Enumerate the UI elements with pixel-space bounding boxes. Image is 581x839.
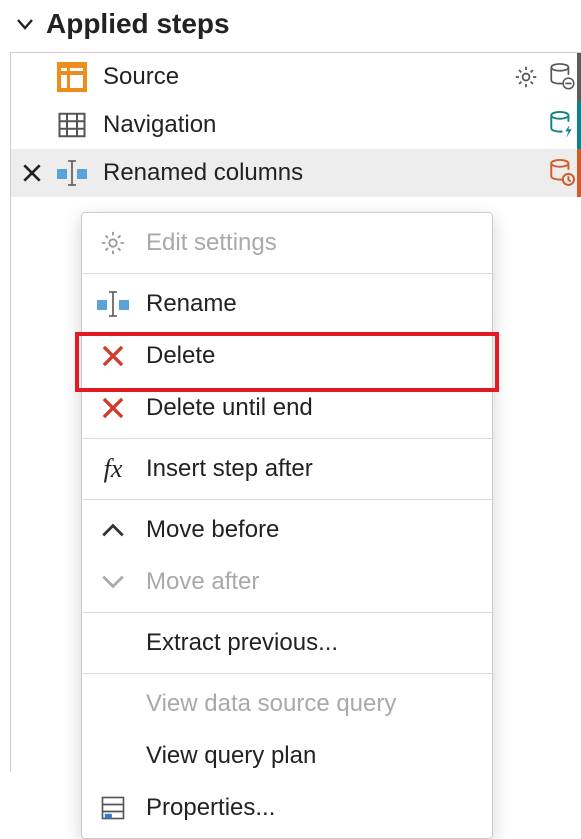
menu-item-label: View data source query [146, 690, 396, 718]
section-title: Applied steps [46, 8, 230, 40]
database-remove-icon[interactable] [547, 62, 577, 92]
blank-icon [96, 739, 130, 773]
applied-steps-panel: Source Navigation [10, 52, 581, 772]
fx-icon: fx [96, 452, 130, 486]
menu-item-label: Edit settings [146, 229, 277, 257]
menu-item-label: Delete [146, 342, 215, 370]
menu-item-move-before[interactable]: Move before [82, 504, 492, 556]
chevron-down-icon [96, 565, 130, 599]
menu-item-label: Rename [146, 290, 237, 318]
menu-item-label: Move after [146, 568, 259, 596]
menu-item-edit-settings: Edit settings [82, 217, 492, 269]
menu-item-insert-step-after[interactable]: fx Insert step after [82, 443, 492, 495]
chevron-down-icon [14, 13, 36, 35]
menu-item-label: View query plan [146, 742, 316, 770]
menu-separator [82, 499, 492, 500]
step-label: Renamed columns [103, 159, 533, 187]
rename-icon [96, 287, 130, 321]
table-icon [55, 108, 89, 142]
menu-separator [82, 273, 492, 274]
gear-icon [96, 226, 130, 260]
section-header[interactable]: Applied steps [10, 0, 581, 52]
step-label: Source [103, 63, 497, 91]
blank-icon [96, 626, 130, 660]
properties-icon [96, 791, 130, 825]
menu-item-label: Delete until end [146, 394, 313, 422]
menu-separator [82, 612, 492, 613]
menu-item-label: Insert step after [146, 455, 313, 483]
menu-item-delete-until-end[interactable]: Delete until end [82, 382, 492, 434]
step-item-source[interactable]: Source [11, 53, 581, 101]
menu-item-move-after: Move after [82, 556, 492, 608]
step-label: Navigation [103, 111, 533, 139]
menu-separator [82, 438, 492, 439]
menu-item-label: Properties... [146, 794, 275, 822]
menu-item-rename[interactable]: Rename [82, 278, 492, 330]
chevron-up-icon [96, 513, 130, 547]
x-red-icon [96, 391, 130, 425]
menu-item-label: Move before [146, 516, 279, 544]
gear-icon[interactable] [511, 62, 541, 92]
close-icon[interactable] [17, 158, 47, 188]
accent-bar [577, 53, 581, 101]
step-item-navigation[interactable]: Navigation [11, 101, 581, 149]
x-red-icon [96, 339, 130, 373]
menu-item-delete[interactable]: Delete [82, 330, 492, 382]
menu-item-view-query-plan[interactable]: View query plan [82, 730, 492, 782]
blank-icon [96, 687, 130, 721]
database-bolt-icon[interactable] [547, 110, 577, 140]
accent-bar [577, 101, 581, 149]
table-source-icon [55, 60, 89, 94]
context-menu: Edit settings Rename Delete Delete until [81, 212, 493, 839]
menu-separator [82, 673, 492, 674]
accent-bar [577, 149, 581, 197]
menu-item-view-data-source-query: View data source query [82, 678, 492, 730]
rename-column-icon [55, 156, 89, 190]
step-item-renamed-columns[interactable]: Renamed columns [11, 149, 581, 197]
menu-item-extract-previous[interactable]: Extract previous... [82, 617, 492, 669]
database-time-icon[interactable] [547, 158, 577, 188]
menu-item-properties[interactable]: Properties... [82, 782, 492, 834]
menu-item-label: Extract previous... [146, 629, 338, 657]
